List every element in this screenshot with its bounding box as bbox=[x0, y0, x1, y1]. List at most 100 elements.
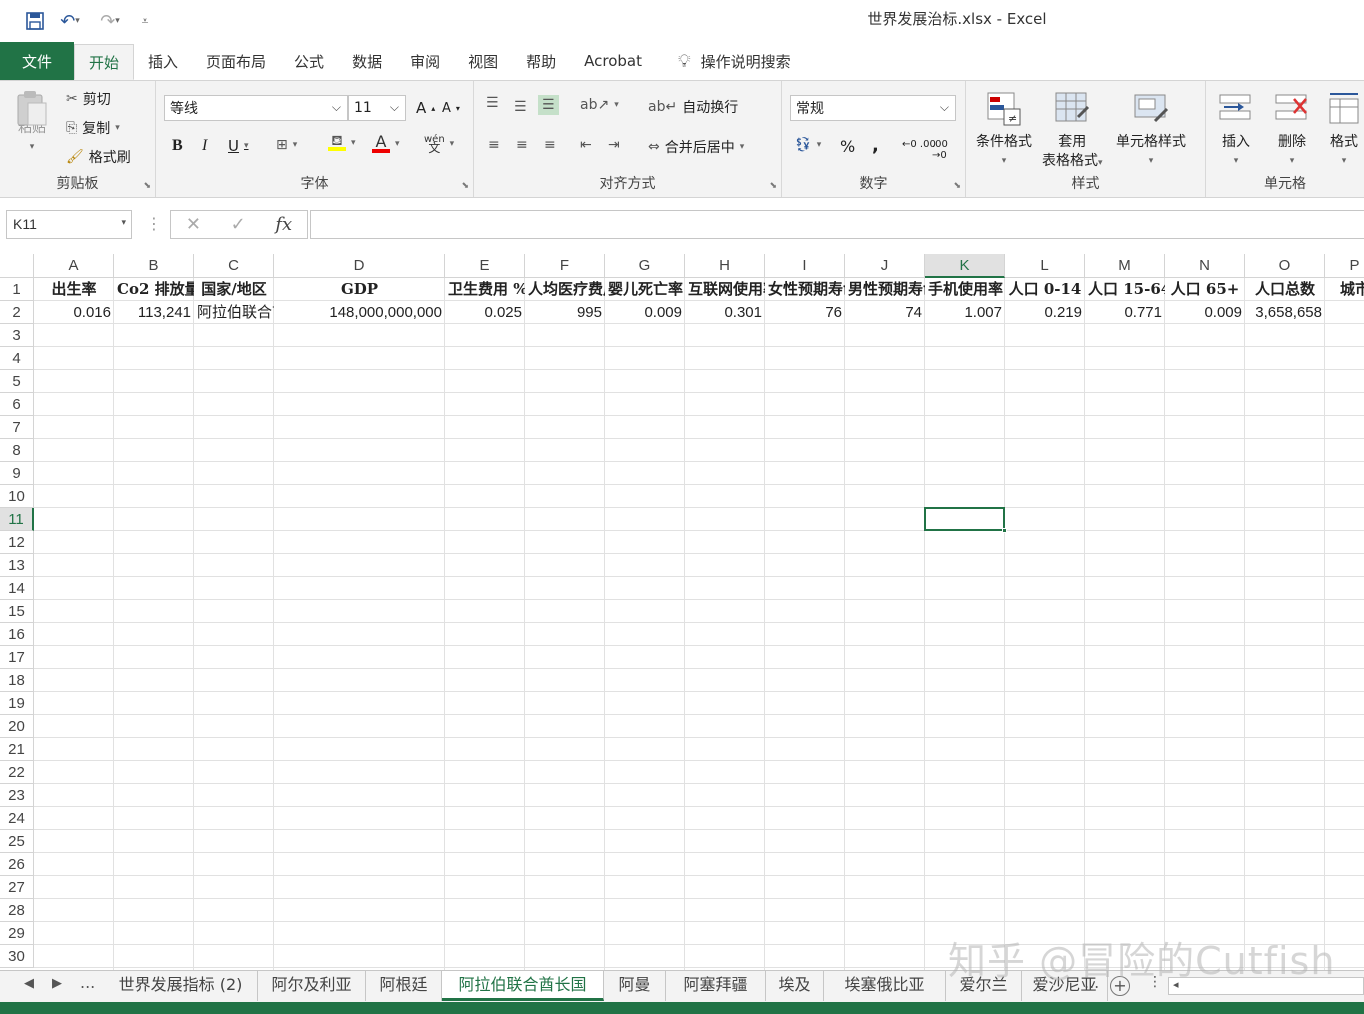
row-header-30[interactable]: 30 bbox=[0, 945, 34, 968]
tab-data[interactable]: 数据 bbox=[338, 42, 396, 80]
dialog-launcher-icon[interactable]: ⬊ bbox=[769, 181, 777, 191]
sheet-tab[interactable]: 阿塞拜疆 bbox=[666, 971, 766, 1001]
insert-cells-button[interactable]: 插入 ▾ bbox=[1218, 91, 1254, 171]
row-header-13[interactable]: 13 bbox=[0, 554, 34, 577]
name-box[interactable]: K11 ▾ bbox=[6, 210, 132, 239]
cut-button[interactable]: ✂ 剪切 bbox=[66, 89, 111, 109]
row-header-9[interactable]: 9 bbox=[0, 462, 34, 485]
font-color-button[interactable]: A ▾ bbox=[372, 134, 400, 153]
orientation-button[interactable]: ab↗ ▾ bbox=[580, 97, 619, 113]
column-header-P[interactable]: P bbox=[1325, 254, 1364, 278]
row-header-25[interactable]: 25 bbox=[0, 830, 34, 853]
align-right-button[interactable]: ≡ bbox=[544, 137, 556, 153]
delete-cells-button[interactable]: 删除 ▾ bbox=[1274, 91, 1310, 171]
paste-button[interactable]: 粘贴 ▾ bbox=[14, 89, 50, 157]
percent-button[interactable]: % bbox=[840, 137, 855, 156]
cell-N1[interactable]: 人口 65+ bbox=[1165, 278, 1245, 301]
row-header-26[interactable]: 26 bbox=[0, 853, 34, 876]
shrink-font-button[interactable]: A ▾ bbox=[442, 101, 460, 116]
cell-C1[interactable]: 国家/地区 bbox=[194, 278, 274, 301]
cell-P1[interactable]: 城市 bbox=[1325, 278, 1364, 301]
bold-button[interactable]: B bbox=[172, 137, 183, 155]
row-header-10[interactable]: 10 bbox=[0, 485, 34, 508]
more-sheets-left[interactable]: ... bbox=[80, 973, 95, 992]
sheet-tab[interactable]: 埃塞俄比亚 bbox=[824, 971, 946, 1001]
column-header-D[interactable]: D bbox=[274, 254, 445, 278]
cell-L1[interactable]: 人口 0-14 bbox=[1005, 278, 1085, 301]
cell-G1[interactable]: 婴儿死亡率 bbox=[605, 278, 685, 301]
column-header-H[interactable]: H bbox=[685, 254, 765, 278]
active-cell-selection[interactable] bbox=[924, 507, 1007, 533]
sheet-tab[interactable]: 阿拉伯联合酋长国 bbox=[442, 971, 604, 1001]
decrease-decimal-button[interactable]: .00 →0 bbox=[932, 139, 965, 161]
cell-K2[interactable]: 1.007 bbox=[925, 301, 1005, 324]
align-bottom-button[interactable]: ☰ bbox=[538, 95, 559, 115]
decrease-indent-button[interactable]: ⇤ bbox=[580, 137, 592, 153]
dialog-launcher-icon[interactable]: ⬊ bbox=[461, 181, 469, 191]
phonetic-button[interactable]: wén 文 ▾ bbox=[424, 135, 454, 155]
cancel-icon[interactable]: ✕ bbox=[186, 214, 201, 235]
italic-button[interactable]: I bbox=[202, 137, 207, 155]
font-name-select[interactable]: 等线 ⌵ bbox=[164, 95, 348, 121]
dialog-launcher-icon[interactable]: ⬊ bbox=[953, 181, 961, 191]
row-header-12[interactable]: 12 bbox=[0, 531, 34, 554]
formula-input[interactable] bbox=[310, 210, 1364, 239]
column-header-B[interactable]: B bbox=[114, 254, 194, 278]
tab-insert[interactable]: 插入 bbox=[134, 42, 192, 80]
cell-A2[interactable]: 0.016 bbox=[34, 301, 114, 324]
cell-E1[interactable]: 卫生费用 % GDP bbox=[445, 278, 525, 301]
cell-O1[interactable]: 人口总数 bbox=[1245, 278, 1325, 301]
cell-D1[interactable]: GDP bbox=[274, 278, 445, 301]
row-header-24[interactable]: 24 bbox=[0, 807, 34, 830]
next-sheet-icon[interactable]: ▶ bbox=[52, 976, 62, 991]
tab-formulas[interactable]: 公式 bbox=[280, 42, 338, 80]
column-header-A[interactable]: A bbox=[34, 254, 114, 278]
format-as-table-button[interactable]: 套用 表格格式▾ bbox=[1042, 91, 1103, 173]
enter-icon[interactable]: ✓ bbox=[231, 214, 246, 235]
cell-B1[interactable]: Co2 排放量 bbox=[114, 278, 194, 301]
column-header-C[interactable]: C bbox=[194, 254, 274, 278]
cell-D2[interactable]: 148,000,000,000 bbox=[274, 301, 445, 324]
row-header-2[interactable]: 2 bbox=[0, 301, 34, 324]
cell-K1[interactable]: 手机使用率 bbox=[925, 278, 1005, 301]
wrap-text-button[interactable]: ab↵ 自动换行 bbox=[648, 97, 738, 117]
cell-F1[interactable]: 人均医疗费用 bbox=[525, 278, 605, 301]
comma-button[interactable]: , bbox=[872, 135, 879, 156]
cell-M1[interactable]: 人口 15-64 bbox=[1085, 278, 1165, 301]
cell-C2[interactable]: 阿拉伯联合酋长国 bbox=[194, 301, 274, 324]
column-header-J[interactable]: J bbox=[845, 254, 925, 278]
grow-font-button[interactable]: A ▴ bbox=[416, 99, 435, 117]
sheet-tab[interactable]: 阿曼 bbox=[604, 971, 666, 1001]
cell-I2[interactable]: 76 bbox=[765, 301, 845, 324]
sheet-tab[interactable]: 世界发展指标 (2) bbox=[104, 971, 258, 1001]
formula-bar-grip[interactable]: ⋮ bbox=[146, 214, 162, 233]
row-header-8[interactable]: 8 bbox=[0, 439, 34, 462]
cell-B2[interactable]: 113,241 bbox=[114, 301, 194, 324]
cell-M2[interactable]: 0.771 bbox=[1085, 301, 1165, 324]
row-header-22[interactable]: 22 bbox=[0, 761, 34, 784]
cell-N2[interactable]: 0.009 bbox=[1165, 301, 1245, 324]
format-painter-button[interactable]: 🖌︎ 格式刷 bbox=[66, 147, 131, 167]
tab-review[interactable]: 审阅 bbox=[396, 42, 454, 80]
row-header-18[interactable]: 18 bbox=[0, 669, 34, 692]
row-header-20[interactable]: 20 bbox=[0, 715, 34, 738]
cell-A1[interactable]: 出生率 bbox=[34, 278, 114, 301]
dialog-launcher-icon[interactable]: ⬊ bbox=[143, 181, 151, 191]
conditional-formatting-button[interactable]: ≠ 条件格式 ▾ bbox=[976, 91, 1032, 171]
align-left-button[interactable]: ≡ bbox=[488, 137, 500, 153]
increase-indent-button[interactable]: ⇥ bbox=[608, 137, 620, 153]
tab-home[interactable]: 开始 bbox=[74, 44, 135, 80]
column-header-L[interactable]: L bbox=[1005, 254, 1085, 278]
row-header-28[interactable]: 28 bbox=[0, 899, 34, 922]
column-header-I[interactable]: I bbox=[765, 254, 845, 278]
sheet-tab[interactable]: 埃及 bbox=[766, 971, 824, 1001]
cell-F2[interactable]: 995 bbox=[525, 301, 605, 324]
cell-H2[interactable]: 0.301 bbox=[685, 301, 765, 324]
column-header-G[interactable]: G bbox=[605, 254, 685, 278]
column-header-O[interactable]: O bbox=[1245, 254, 1325, 278]
column-header-M[interactable]: M bbox=[1085, 254, 1165, 278]
font-size-select[interactable]: 11 ⌵ bbox=[348, 95, 406, 121]
column-header-N[interactable]: N bbox=[1165, 254, 1245, 278]
column-header-K[interactable]: K bbox=[925, 254, 1005, 278]
cell-O2[interactable]: 3,658,658 bbox=[1245, 301, 1325, 324]
